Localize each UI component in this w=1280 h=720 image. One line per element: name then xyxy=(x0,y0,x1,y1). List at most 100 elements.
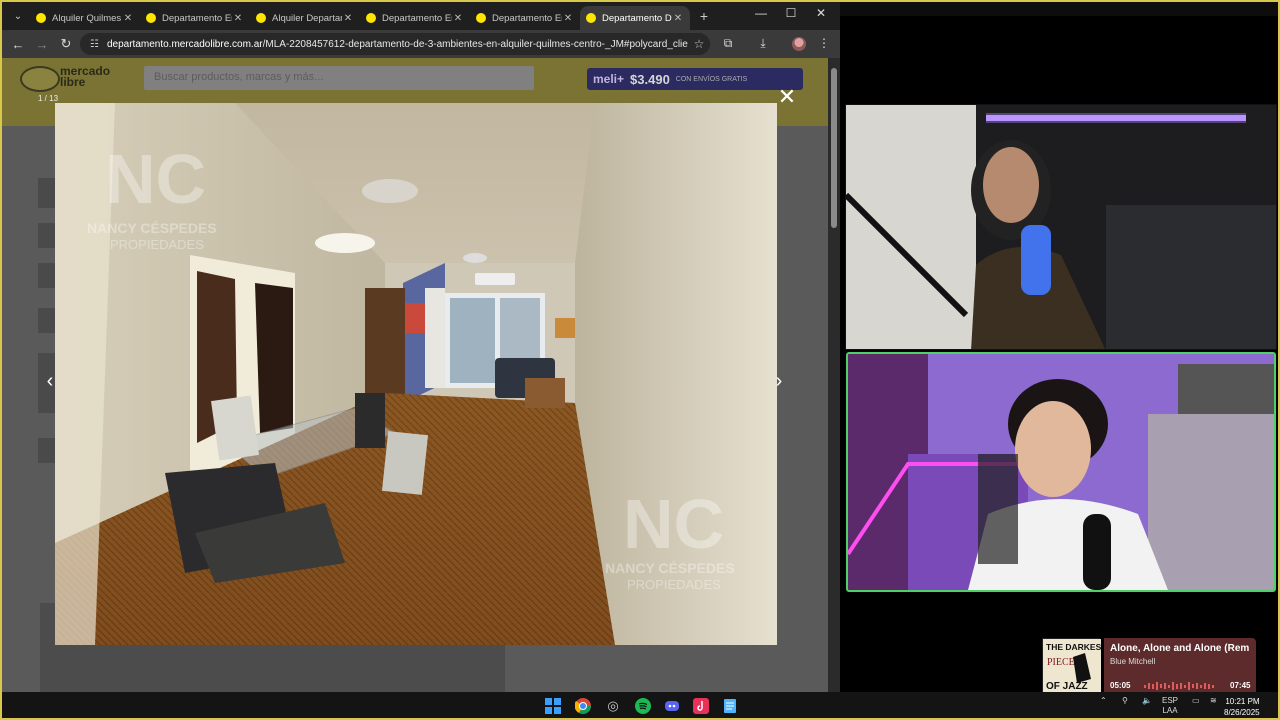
promo-note: CON ENVÍOS GRATIS xyxy=(675,75,748,83)
watermark-name-top: NANCY CÉSPEDES xyxy=(87,220,217,236)
thumbnail[interactable] xyxy=(38,178,56,208)
profile-avatar[interactable] xyxy=(792,37,806,51)
album-art: THE DARKEST PIECES OF JAZZ xyxy=(1042,638,1107,697)
promo-brand: meli+ xyxy=(593,72,625,86)
network-icon[interactable]: ⚲ xyxy=(1122,696,1128,705)
favicon-icon xyxy=(586,13,596,23)
volume-icon[interactable]: 🔈 xyxy=(1142,696,1152,705)
forward-arrow-icon[interactable]: → xyxy=(30,37,54,52)
tab-label: Departamento En xyxy=(162,12,232,24)
album-title-line-3: OF JAZZ xyxy=(1046,681,1088,692)
wifi-icon[interactable]: ≋ xyxy=(1210,696,1217,705)
minimize-icon[interactable]: — xyxy=(746,6,776,20)
album-title-line-1: THE DARKEST xyxy=(1046,642,1101,652)
favicon-icon xyxy=(36,13,46,23)
close-tab-icon[interactable]: ✕ xyxy=(452,13,464,24)
bookmark-star-icon[interactable]: ☆ xyxy=(688,37,710,51)
keyboard-layout: LAA xyxy=(1162,706,1178,715)
browser-toolbar: ← → ↻ ☷ departamento.mercadolibre.com.ar… xyxy=(2,30,840,58)
clock-time: 10:21 PM xyxy=(1225,697,1260,706)
watermark-logo-top: NC xyxy=(105,140,206,218)
tab-label: Departamento De xyxy=(602,12,672,24)
menu-dots-icon[interactable]: ⋮ xyxy=(814,36,834,50)
tab-search-icon[interactable]: ⌄ xyxy=(6,5,30,27)
notepad-icon[interactable] xyxy=(720,696,740,716)
download-icon[interactable]: ⤓ xyxy=(753,36,773,51)
watermark-subtitle-bottom: PROPIEDADES xyxy=(627,577,721,592)
thumbnail[interactable] xyxy=(38,308,56,333)
tab-6-active[interactable]: Departamento De ✕ xyxy=(580,6,690,30)
webcam-bottom-image xyxy=(848,354,1274,590)
tab-4[interactable]: Departamento En ✕ xyxy=(360,6,470,30)
promo-price: $3.490 xyxy=(630,71,670,87)
track-info: Alone, Alone and Alone (Rem Blue Mitchel… xyxy=(1104,638,1256,696)
address-bar[interactable]: ☷ departamento.mercadolibre.com.ar/MLA-2… xyxy=(80,33,710,55)
close-tab-icon[interactable]: ✕ xyxy=(122,13,134,24)
meli-plus-banner[interactable]: meli+ $3.490 CON ENVÍOS GRATIS xyxy=(587,68,803,90)
watermark-logo-bottom: NC xyxy=(623,485,724,563)
browser-window: ⌄ Alquiler Quilmes | ✕ Departamento En ✕ A… xyxy=(2,2,840,692)
favicon-icon xyxy=(256,13,266,23)
waveform-icon xyxy=(1144,682,1214,690)
obs-icon[interactable]: ◎ xyxy=(603,696,623,716)
clock-date: 8/26/2025 xyxy=(1224,708,1260,717)
secondary-window-bar xyxy=(840,2,1278,16)
windows-start-icon[interactable] xyxy=(543,696,563,716)
thumbnail[interactable] xyxy=(38,438,56,463)
tab-2[interactable]: Departamento En ✕ xyxy=(140,6,250,30)
product-search-input[interactable]: Buscar productos, marcas y más... xyxy=(144,66,534,90)
tiktok-icon[interactable] xyxy=(691,696,711,716)
tab-bar: ⌄ Alquiler Quilmes | ✕ Departamento En ✕ A… xyxy=(2,2,840,30)
site-info-icon[interactable]: ☷ xyxy=(90,39,99,50)
gallery-photo[interactable]: NC NANCY CÉSPEDES PROPIEDADES NC NANCY C… xyxy=(55,103,777,645)
desktop-screen: ⌄ Alquiler Quilmes | ✕ Departamento En ✕ A… xyxy=(0,0,1280,720)
thumbnail[interactable] xyxy=(38,223,56,248)
language-indicator[interactable]: ESP LAA xyxy=(1162,696,1178,716)
album-art-image: THE DARKEST PIECES OF JAZZ xyxy=(1043,639,1107,697)
tab-5[interactable]: Departamento En ✕ xyxy=(470,6,580,30)
gallery-counter: 1 / 13 xyxy=(38,94,59,103)
spotify-icon[interactable] xyxy=(633,696,653,716)
close-tab-icon[interactable]: ✕ xyxy=(342,13,354,24)
maximize-icon[interactable]: ☐ xyxy=(776,6,806,20)
display-icon[interactable]: ▭ xyxy=(1192,696,1200,705)
close-gallery-icon[interactable]: ✕ xyxy=(776,86,798,109)
tray-chevron-icon[interactable]: ⌃ xyxy=(1100,696,1107,705)
close-window-icon[interactable]: ✕ xyxy=(806,6,836,20)
tab-label: Alquiler Departam xyxy=(272,12,342,24)
url-path: /MLA-2208457612-departamento-de-3-ambien… xyxy=(262,38,688,50)
tab-label: Alquiler Quilmes | xyxy=(52,12,122,24)
watermark-name-bottom: NANCY CÉSPEDES xyxy=(605,560,735,576)
back-arrow-icon[interactable]: ← xyxy=(6,37,30,52)
close-tab-icon[interactable]: ✕ xyxy=(232,13,244,24)
close-tab-icon[interactable]: ✕ xyxy=(672,13,684,24)
language-code: ESP xyxy=(1162,696,1179,705)
close-tab-icon[interactable]: ✕ xyxy=(562,13,574,24)
tab-label: Departamento En xyxy=(492,12,562,24)
page-scrollbar[interactable] xyxy=(828,58,840,692)
mercadolibre-logo-icon[interactable] xyxy=(20,66,60,92)
favicon-icon xyxy=(476,13,486,23)
track-artist: Blue Mitchell xyxy=(1110,657,1156,666)
tab-3[interactable]: Alquiler Departam ✕ xyxy=(250,6,360,30)
taskbar-clock[interactable]: 10:21 PM 8/26/2025 xyxy=(1224,696,1260,718)
site-logo-text: mercado libre xyxy=(60,65,110,89)
next-photo-arrow-icon[interactable]: › xyxy=(769,370,789,393)
extensions-icon[interactable]: ⧉ xyxy=(718,36,738,51)
url-text[interactable]: departamento.mercadolibre.com.ar/MLA-220… xyxy=(107,39,688,50)
track-duration: 07:45 xyxy=(1230,681,1251,690)
tab-label: Departamento En xyxy=(382,12,452,24)
prev-photo-arrow-icon[interactable]: ‹ xyxy=(40,370,60,393)
track-title: Alone, Alone and Alone (Rem xyxy=(1110,643,1250,654)
chrome-icon[interactable] xyxy=(573,696,593,716)
tab-1[interactable]: Alquiler Quilmes | ✕ xyxy=(30,6,140,30)
logo-line-2: libre xyxy=(60,75,86,89)
new-tab-icon[interactable]: + xyxy=(694,8,714,24)
thumbnail[interactable] xyxy=(38,263,56,288)
reload-icon[interactable]: ↻ xyxy=(54,36,78,52)
webcam-top-image xyxy=(846,105,1276,349)
discord-icon[interactable] xyxy=(662,696,682,716)
favicon-icon xyxy=(366,13,376,23)
favicon-icon xyxy=(146,13,156,23)
scrollbar-thumb[interactable] xyxy=(831,68,837,228)
